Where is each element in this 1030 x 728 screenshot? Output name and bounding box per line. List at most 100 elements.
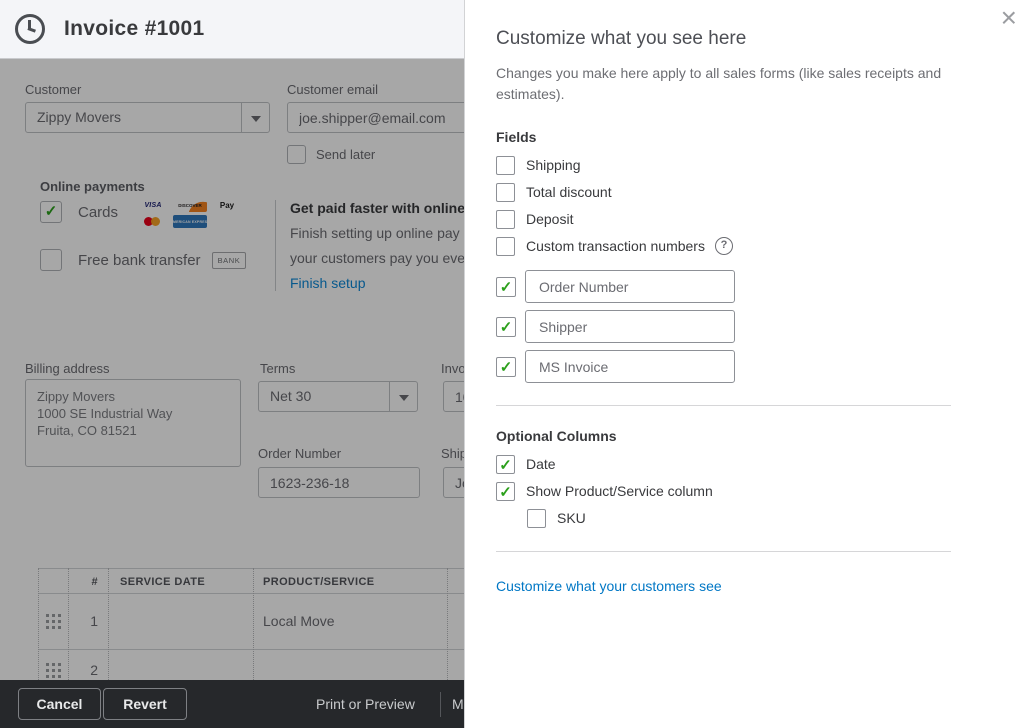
shipper-field-input[interactable] [525, 310, 735, 343]
custom-field-row [496, 350, 1030, 383]
invoice-form-pane: Invoice #1001 Customer Zippy Movers Cust… [0, 0, 464, 728]
chevron-down-icon[interactable] [241, 103, 269, 132]
cards-row: Cards VISA DISCOVER Pay AMERICAN EXPRESS [40, 199, 245, 228]
finish-setup-link[interactable]: Finish setup [290, 275, 464, 291]
revert-button[interactable]: Revert [103, 688, 187, 720]
bank-badge: BANK [211, 251, 247, 269]
show-product-service-checkbox[interactable] [496, 481, 515, 501]
shipping-input[interactable] [443, 467, 464, 498]
customer-email-label: Customer email [287, 82, 379, 97]
customer-label: Customer [25, 82, 82, 97]
terms-label: Terms [260, 361, 296, 376]
make-recurring-button[interactable]: Ma [452, 680, 464, 728]
col-header-number: # [91, 576, 98, 588]
card-brand-icons: VISA DISCOVER Pay AMERICAN EXPRESS [136, 199, 245, 228]
clock-history-icon [15, 14, 45, 44]
get-paid-callout: Get paid faster with online Finish setti… [275, 200, 464, 291]
optional-columns-heading: Optional Columns [496, 428, 617, 444]
row-product[interactable]: Local Move [263, 613, 335, 629]
print-or-preview-button[interactable]: Print or Preview [316, 680, 415, 728]
panel-title: Customize what you see here [496, 28, 747, 49]
field-row-deposit: Deposit [496, 209, 1030, 229]
order-number-field-checkbox[interactable] [496, 276, 516, 297]
get-paid-line1: Finish setting up online pay [290, 225, 460, 241]
send-later-label: Send later [316, 147, 376, 162]
section-divider [496, 551, 951, 552]
chevron-down-icon[interactable] [389, 382, 417, 411]
send-later-row: Send later [287, 145, 375, 164]
customer-email-input[interactable] [287, 102, 464, 133]
column-divider [108, 568, 109, 680]
online-payments-label: Online payments [40, 179, 145, 194]
billing-line: 1000 SE Industrial Way [37, 406, 173, 421]
invoice-body: Customer Zippy Movers Customer email Sen… [0, 59, 464, 680]
customer-dropdown[interactable]: Zippy Movers [25, 102, 270, 133]
ms-invoice-field-input[interactable] [525, 350, 735, 383]
free-bank-label: Free bank transfer [78, 251, 201, 269]
terms-dropdown[interactable]: Net 30 [258, 381, 418, 412]
billing-line: Zippy Movers [37, 389, 116, 404]
panel-description: Changes you make here apply to all sales… [496, 65, 942, 102]
invoice-title: Invoice #1001 [64, 17, 205, 40]
deposit-checkbox[interactable] [496, 209, 515, 229]
custom-transaction-numbers-label: Custom transaction numbers [526, 238, 705, 254]
get-paid-line2: your customers pay you eve [290, 250, 464, 266]
date-checkbox[interactable] [496, 454, 515, 474]
optional-row-sku: SKU [527, 508, 1030, 528]
invoice-header: Invoice #1001 [0, 0, 464, 59]
total-discount-checkbox[interactable] [496, 182, 515, 202]
column-divider [253, 568, 254, 680]
custom-field-row [496, 310, 1030, 343]
free-bank-row: Free bank transfer BANK [40, 249, 247, 271]
customize-customers-link[interactable]: Customize what your customers see [496, 578, 1030, 594]
date-label: Date [526, 456, 556, 472]
optional-row-product-service: Show Product/Service column [496, 481, 1030, 501]
section-divider [496, 405, 951, 406]
field-row-shipping: Shipping [496, 155, 1030, 175]
billing-address-textarea[interactable]: Zippy Movers 1000 SE Industrial Way Frui… [25, 379, 241, 467]
line-items-table: # SERVICE DATE PRODUCT/SERVICE 1 Local M… [0, 568, 464, 680]
shipping-to-label: Shipp [441, 446, 464, 461]
invoice-action-bar: Cancel Revert Print or Preview Ma [0, 680, 464, 728]
shipper-field-checkbox[interactable] [496, 316, 516, 337]
order-number-field-input[interactable] [525, 270, 735, 303]
fields-heading: Fields [496, 129, 537, 145]
close-icon[interactable]: × [1001, 4, 1017, 32]
mastercard-icon [136, 215, 171, 228]
table-border [38, 649, 464, 650]
shipping-label: Shipping [526, 157, 581, 173]
order-number-input[interactable] [258, 467, 420, 498]
sku-checkbox[interactable] [527, 508, 546, 528]
drag-handle-icon[interactable] [46, 663, 49, 666]
send-later-checkbox[interactable] [287, 145, 306, 164]
customer-value: Zippy Movers [37, 109, 122, 125]
cards-checkbox[interactable] [40, 201, 62, 223]
apple-pay-icon: Pay [210, 199, 245, 212]
terms-value: Net 30 [270, 388, 312, 404]
footer-divider [440, 692, 441, 717]
help-icon[interactable]: ? [714, 237, 733, 255]
optional-row-date: Date [496, 454, 1030, 474]
column-divider [38, 568, 39, 680]
column-divider [447, 568, 448, 680]
app-window: Invoice #1001 Customer Zippy Movers Cust… [0, 0, 1030, 728]
field-row-custom-transaction-numbers: Custom transaction numbers ? [496, 236, 1030, 256]
total-discount-label: Total discount [526, 184, 612, 200]
drag-handle-icon[interactable] [46, 614, 49, 617]
get-paid-title: Get paid faster with online [290, 200, 464, 216]
discover-icon: DISCOVER [173, 199, 208, 212]
col-header-service-date: SERVICE DATE [120, 576, 206, 588]
free-bank-checkbox[interactable] [40, 249, 62, 271]
custom-transaction-numbers-checkbox[interactable] [496, 236, 515, 256]
cancel-button[interactable]: Cancel [18, 688, 101, 720]
custom-field-row [496, 270, 1030, 303]
shipping-checkbox[interactable] [496, 155, 515, 175]
billing-address-label: Billing address [25, 361, 110, 376]
amex-icon: AMERICAN EXPRESS [173, 215, 208, 228]
billing-line: Fruita, CO 81521 [37, 423, 137, 438]
invoice-date-input[interactable] [443, 381, 464, 412]
ms-invoice-field-checkbox[interactable] [496, 356, 516, 377]
table-border [38, 593, 464, 594]
cards-label: Cards [78, 204, 119, 221]
order-number-label: Order Number [258, 446, 342, 461]
